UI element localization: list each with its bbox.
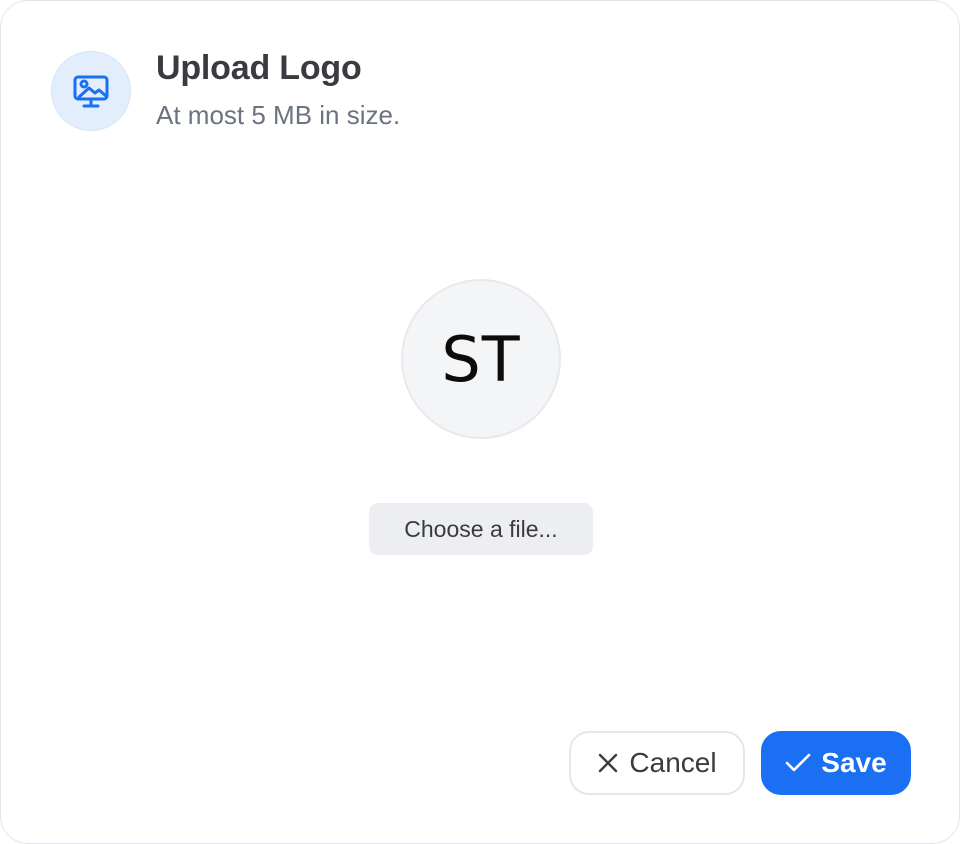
header-icon-badge — [51, 51, 131, 131]
cancel-label: Cancel — [629, 747, 717, 778]
save-label: Save — [821, 747, 887, 778]
avatar-initials: ST — [441, 322, 521, 396]
cancel-button[interactable]: Cancel — [569, 731, 745, 795]
upload-logo-dialog: Upload Logo At most 5 MB in size. ST Cho… — [0, 0, 960, 844]
logo-preview-avatar: ST — [401, 279, 561, 439]
check-icon — [785, 752, 811, 774]
dialog-title: Upload Logo — [156, 49, 362, 87]
dialog-subtitle: At most 5 MB in size. — [156, 100, 401, 130]
image-monitor-icon — [73, 75, 109, 108]
close-icon — [597, 752, 619, 774]
choose-file-button[interactable]: Choose a file... — [369, 503, 593, 555]
save-button[interactable]: Save — [761, 731, 911, 795]
